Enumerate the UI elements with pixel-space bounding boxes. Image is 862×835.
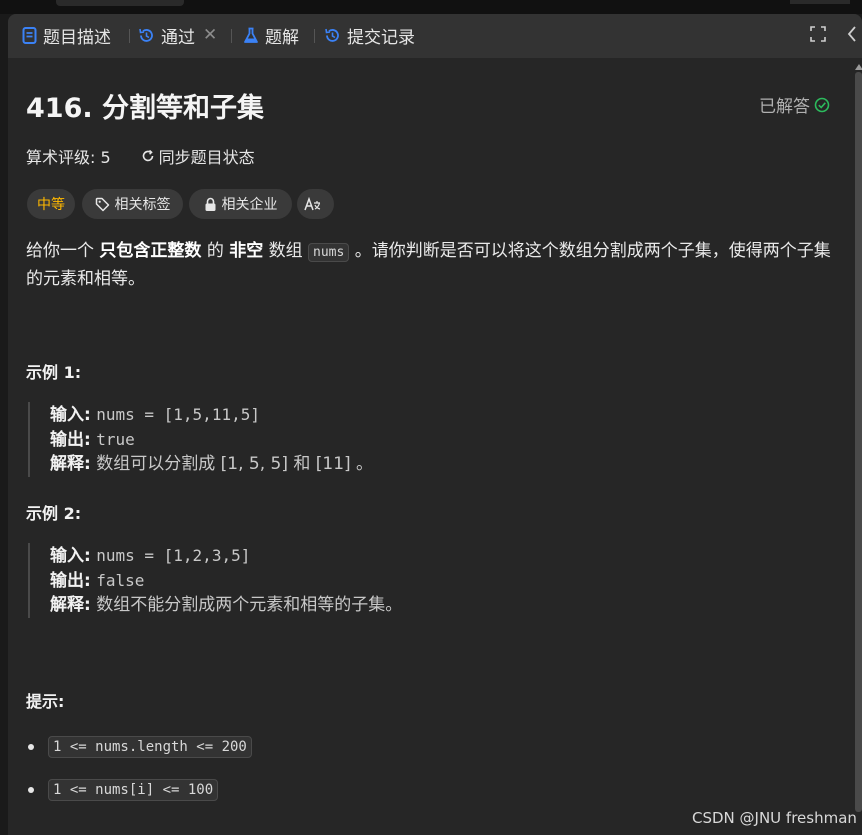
example-1-heading: 示例 1: <box>26 363 82 382</box>
list-item: 1 <= nums.length <= 200 <box>28 736 252 758</box>
bullet-dot <box>28 744 34 750</box>
scroll-up-icon[interactable] <box>855 64 862 70</box>
example-explain-line: 解释: 数组可以分割成 [1, 5, 5] 和 [11] 。 <box>50 452 750 477</box>
sync-status-button[interactable]: 同步题目状态 <box>141 144 255 168</box>
refresh-icon <box>142 149 153 162</box>
solved-status: 已解答 <box>759 92 830 117</box>
difficulty-badge[interactable]: 中等 <box>27 189 75 219</box>
desc-text: 的 <box>206 241 224 261</box>
tab-divider <box>314 29 315 43</box>
tab-accepted-label: 通过 <box>161 27 195 48</box>
constraint-code: 1 <= nums.length <= 200 <box>48 736 252 758</box>
explain-value: 数组不能分割成两个元素和相等的子集。 <box>96 595 403 615</box>
desc-text: 数组 <box>268 241 303 261</box>
translate-icon <box>304 196 321 210</box>
explain-value: 数组可以分割成 [1, 5, 5] 和 [11] 。 <box>96 454 374 474</box>
output-label: 输出: <box>50 430 91 450</box>
rating-text: 算术评级: 5 <box>26 148 111 167</box>
page-title: 416. 分割等和子集 <box>26 93 265 124</box>
related-tags-button[interactable]: 相关标签 <box>82 189 183 219</box>
output-label: 输出: <box>50 571 91 591</box>
tab-solutions-label: 题解 <box>265 27 299 48</box>
tab-solutions[interactable]: 题解 <box>243 22 299 48</box>
tab-description-label: 题目描述 <box>43 27 111 48</box>
document-icon <box>22 26 37 44</box>
desc-bold: 只包含正整数 <box>99 241 202 261</box>
input-label: 输入: <box>50 546 91 566</box>
explain-label: 解释: <box>50 595 91 615</box>
tag-icon <box>95 197 109 211</box>
example-2-heading: 示例 2: <box>26 504 82 523</box>
problem-panel: 题目描述 通过 ✕ 题解 提交记录 416. 分割等和子集 已解答 算术评级: … <box>8 14 862 835</box>
scrollbar[interactable] <box>855 64 862 824</box>
watermark: CSDN @JNU freshman <box>692 809 857 827</box>
example-2-block: 输入: nums = [1,2,3,5] 输出: false 解释: 数组不能分… <box>28 543 750 618</box>
tab-divider <box>231 29 232 43</box>
solved-label: 已解答 <box>759 97 810 117</box>
example-input-line: 输入: nums = [1,2,3,5] <box>50 543 750 568</box>
list-item: 1 <= nums[i] <= 100 <box>28 779 219 801</box>
browser-tab-stub[interactable] <box>56 0 184 6</box>
panel-tab-bar: 题目描述 通过 ✕ 题解 提交记录 <box>8 14 862 58</box>
input-value: nums = [1,5,11,5] <box>96 405 260 424</box>
history-icon <box>325 28 339 42</box>
tab-description[interactable]: 题目描述 <box>22 22 111 48</box>
problem-description: 给你一个 只包含正整数 的 非空 数组 nums 。请你判断是否可以将这个数组分… <box>26 238 838 292</box>
window-top-strip <box>0 0 862 14</box>
constraint-code: 1 <= nums[i] <= 100 <box>48 779 219 801</box>
check-circle-icon <box>814 97 830 112</box>
input-label: 输入: <box>50 405 91 425</box>
desc-bold: 非空 <box>229 241 264 261</box>
difficulty-label: 中等 <box>37 197 65 213</box>
problem-meta: 算术评级: 5 同步题目状态 <box>26 144 255 168</box>
desc-text: 给你一个 <box>26 241 94 261</box>
fullscreen-icon[interactable] <box>809 25 827 43</box>
example-1-block: 输入: nums = [1,5,11,5] 输出: true 解释: 数组可以分… <box>28 402 750 477</box>
problem-content: 416. 分割等和子集 已解答 算术评级: 5 同步题目状态 中等 相关标签 相… <box>26 58 862 835</box>
example-explain-line: 解释: 数组不能分割成两个元素和相等的子集。 <box>50 593 750 618</box>
translate-button[interactable] <box>297 189 334 219</box>
output-value: false <box>96 571 145 590</box>
history-icon <box>139 28 153 42</box>
constraints-heading: 提示: <box>26 692 65 711</box>
chevron-left-icon[interactable] <box>846 25 858 43</box>
close-icon[interactable]: ✕ <box>203 25 217 45</box>
tab-submissions-label: 提交记录 <box>347 27 415 48</box>
output-value: true <box>96 430 135 449</box>
inline-code: nums <box>308 243 350 262</box>
scrollbar-thumb[interactable] <box>855 72 862 812</box>
related-tags-label: 相关标签 <box>114 197 171 213</box>
example-output-line: 输出: true <box>50 427 750 452</box>
explain-label: 解释: <box>50 454 91 474</box>
sync-label: 同步题目状态 <box>158 148 255 167</box>
browser-control-stub <box>790 0 850 4</box>
lock-icon <box>205 197 215 211</box>
tab-submissions[interactable]: 提交记录 <box>324 22 415 48</box>
example-output-line: 输出: false <box>50 568 750 593</box>
tab-divider <box>129 29 130 43</box>
input-value: nums = [1,2,3,5] <box>96 546 251 565</box>
flask-icon <box>244 27 258 43</box>
related-companies-button[interactable]: 相关企业 <box>189 189 292 219</box>
example-input-line: 输入: nums = [1,5,11,5] <box>50 402 750 427</box>
tab-accepted[interactable]: 通过 ✕ <box>138 22 217 48</box>
related-companies-label: 相关企业 <box>221 197 278 213</box>
bullet-dot <box>28 787 34 793</box>
